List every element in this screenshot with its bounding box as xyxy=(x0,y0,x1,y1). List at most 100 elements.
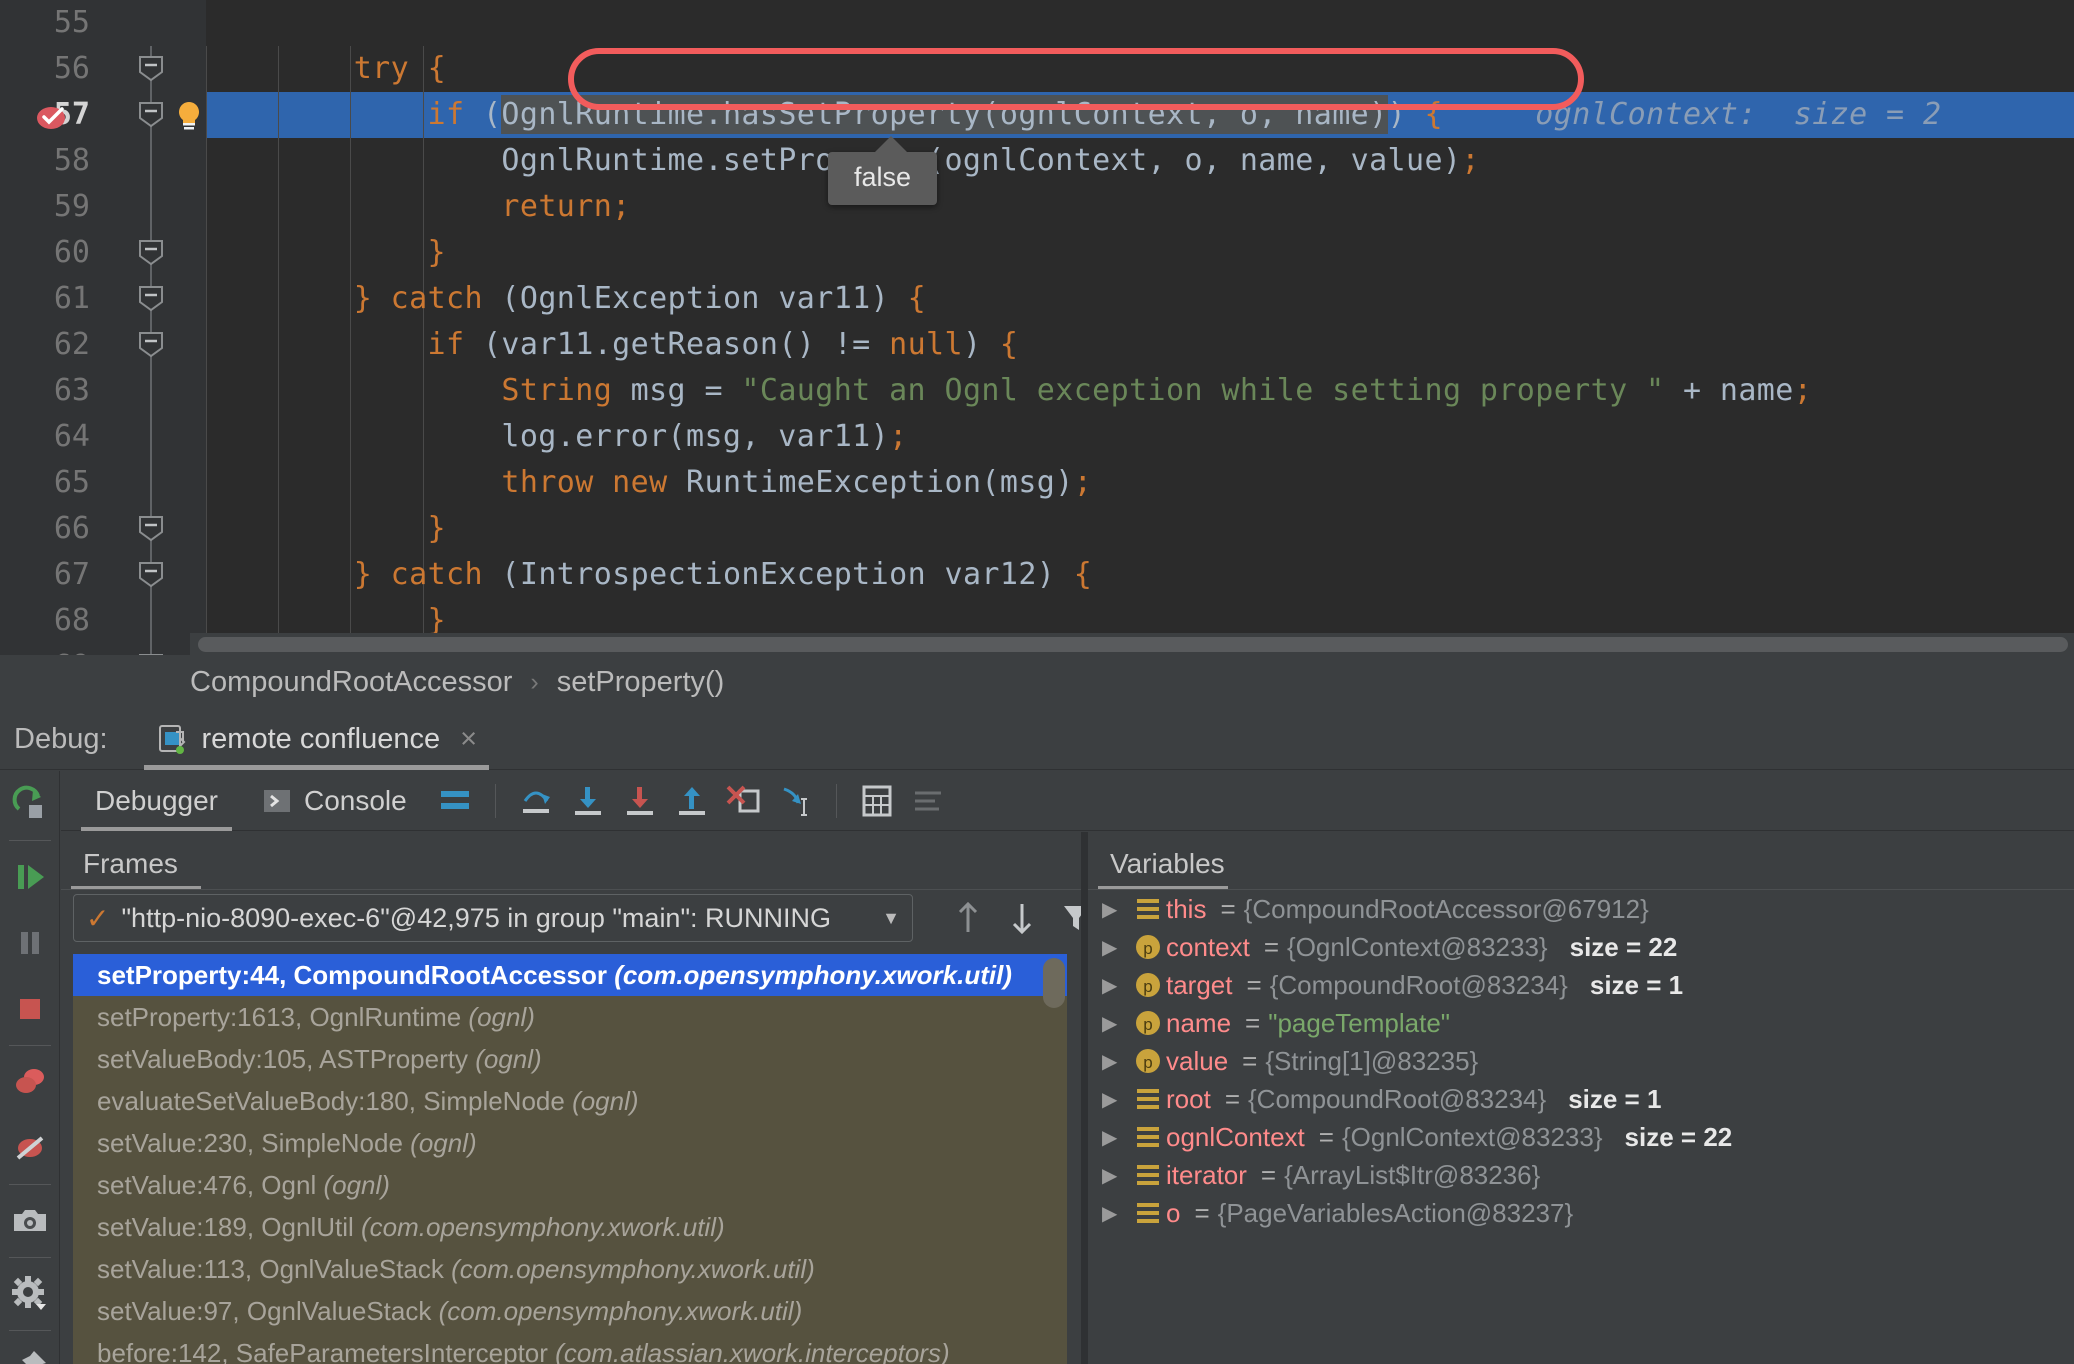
gutter[interactable] xyxy=(108,184,206,230)
code-line[interactable]: 62 if (var11.getReason() != null) { xyxy=(0,322,2074,368)
code-text[interactable]: } catch (OgnlException var11) { xyxy=(206,276,926,322)
gutter[interactable] xyxy=(108,506,206,552)
code-editor[interactable]: 55 56 try {57 if (OgnlRuntime.hasSetPrope… xyxy=(0,0,2074,655)
step-into-icon[interactable] xyxy=(562,775,614,827)
code-line[interactable]: 55 xyxy=(0,0,2074,46)
breadcrumb[interactable]: CompoundRootAccessor › setProperty() xyxy=(0,655,2074,710)
fold-collapse-icon[interactable] xyxy=(138,331,164,358)
debug-session-tab[interactable]: remote confluence × xyxy=(143,710,490,770)
gutter[interactable] xyxy=(108,0,206,46)
view-breakpoints-icon[interactable] xyxy=(0,1049,60,1115)
expand-arrow-icon[interactable]: ▶ xyxy=(1102,1201,1132,1226)
debugger-toolbar[interactable]: Debugger Console xyxy=(61,771,2074,831)
variable-row[interactable]: ▶ root = {CompoundRoot@83234} size = 1 xyxy=(1088,1080,2074,1118)
code-text[interactable]: } xyxy=(206,230,446,276)
gutter[interactable] xyxy=(108,46,206,92)
code-text[interactable]: if (var11.getReason() != null) { xyxy=(206,322,1018,368)
up-arrow-icon[interactable] xyxy=(941,894,995,942)
scrollbar-thumb[interactable] xyxy=(198,637,2068,652)
code-text[interactable]: throw new RuntimeException(msg); xyxy=(206,460,1092,506)
pause-icon[interactable] xyxy=(0,910,60,976)
settings-list-icon[interactable] xyxy=(903,775,955,827)
variable-row[interactable]: ▶ ognlContext = {OgnlContext@83233} size = 2… xyxy=(1088,1118,2074,1156)
rerun-icon[interactable] xyxy=(0,771,60,837)
expand-arrow-icon[interactable]: ▶ xyxy=(1102,1087,1132,1112)
breakpoint-icon[interactable] xyxy=(34,100,68,130)
expand-arrow-icon[interactable]: ▶ xyxy=(1102,897,1132,922)
gutter[interactable] xyxy=(37,92,206,138)
debug-session-name[interactable]: remote confluence xyxy=(202,723,441,756)
expand-arrow-icon[interactable]: ▶ xyxy=(1102,935,1132,960)
frame-list-item[interactable]: setValue:476, Ognl (ognl) xyxy=(73,1164,1067,1206)
gutter[interactable] xyxy=(108,322,206,368)
code-text[interactable]: String msg = "Caught an Ognl exception w… xyxy=(206,368,1812,414)
step-over-icon[interactable] xyxy=(510,775,562,827)
expand-arrow-icon[interactable]: ▶ xyxy=(1102,1163,1132,1188)
frames-scrollbar-thumb[interactable] xyxy=(1043,958,1065,1008)
tab-debugger[interactable]: Debugger xyxy=(73,771,240,831)
code-line[interactable]: 56 try { xyxy=(0,46,2074,92)
force-step-into-icon[interactable] xyxy=(614,775,666,827)
frames-toolbar[interactable] xyxy=(941,894,1103,942)
frame-list-item[interactable]: setValueBody:105, ASTProperty (ognl) xyxy=(73,1038,1067,1080)
variable-row[interactable]: ▶ iterator = {ArrayList$Itr@83236} xyxy=(1088,1156,2074,1194)
selected-expression[interactable]: OgnlRuntime.hasSetProperty(ognlContext, … xyxy=(501,95,1388,134)
screenshot-icon[interactable] xyxy=(0,1188,60,1254)
intention-bulb-icon[interactable] xyxy=(174,100,204,130)
breadcrumb-method[interactable]: setProperty() xyxy=(557,666,725,699)
frame-list-item[interactable]: before:142, SafeParametersInterceptor (c… xyxy=(73,1332,1067,1364)
code-line[interactable]: 66 } xyxy=(0,506,2074,552)
code-text[interactable]: } catch (IntrospectionException var12) { xyxy=(206,552,1092,598)
tab-console[interactable]: Console xyxy=(240,771,429,831)
code-text[interactable]: log.error(msg, var11); xyxy=(206,414,908,460)
frame-list-item[interactable]: setValue:97, OgnlValueStack (com.opensym… xyxy=(73,1290,1067,1332)
variable-row[interactable]: ▶ p value = {String[1]@83235} xyxy=(1088,1042,2074,1080)
variable-row[interactable]: ▶ o = {PageVariablesAction@83237} xyxy=(1088,1194,2074,1232)
code-line[interactable]: 59 return; xyxy=(0,184,2074,230)
frame-list-item[interactable]: evaluateSetValueBody:180, SimpleNode (og… xyxy=(73,1080,1067,1122)
expand-arrow-icon[interactable]: ▶ xyxy=(1102,1125,1132,1150)
resume-icon[interactable] xyxy=(0,844,60,910)
variable-row[interactable]: ▶ p context = {OgnlContext@83233} size = 22 xyxy=(1088,928,2074,966)
code-line[interactable]: 67 } catch (IntrospectionException var12… xyxy=(0,552,2074,598)
mute-breakpoints-icon[interactable] xyxy=(0,1115,60,1181)
gutter[interactable] xyxy=(108,138,206,184)
fold-collapse-icon[interactable] xyxy=(138,55,164,82)
code-text[interactable]: if (OgnlRuntime.hasSetProperty(ognlConte… xyxy=(206,92,1941,138)
editor-horizontal-scrollbar[interactable] xyxy=(190,633,2074,655)
frames-list[interactable]: setProperty:44, CompoundRootAccessor (co… xyxy=(73,954,1067,1364)
debug-actions-rail[interactable] xyxy=(0,771,60,1364)
expand-arrow-icon[interactable]: ▶ xyxy=(1102,1011,1132,1036)
code-line[interactable]: 64 log.error(msg, var11); xyxy=(0,414,2074,460)
step-out-icon[interactable] xyxy=(666,775,718,827)
code-line[interactable]: 60 } xyxy=(0,230,2074,276)
run-to-cursor-icon[interactable] xyxy=(770,775,822,827)
gutter[interactable] xyxy=(108,552,206,598)
code-text[interactable]: } xyxy=(206,506,446,552)
code-line[interactable]: 57 if (OgnlRuntime.hasSetProperty(ognlCo… xyxy=(0,92,2074,138)
variable-row[interactable]: ▶ this = {CompoundRootAccessor@67912} xyxy=(1088,890,2074,928)
gutter[interactable] xyxy=(108,368,206,414)
frame-list-item[interactable]: setValue:230, SimpleNode (ognl) xyxy=(73,1122,1067,1164)
breadcrumb-class[interactable]: CompoundRootAccessor xyxy=(190,666,512,699)
frame-list-item[interactable]: setValue:113, OgnlValueStack (com.opensy… xyxy=(73,1248,1067,1290)
frame-list-item[interactable]: setValue:189, OgnlUtil (com.opensymphony… xyxy=(73,1206,1067,1248)
variable-row[interactable]: ▶ p name = "pageTemplate" xyxy=(1088,1004,2074,1042)
code-line[interactable]: 61 } catch (OgnlException var11) { xyxy=(0,276,2074,322)
code-text[interactable]: return; xyxy=(206,184,631,230)
gutter[interactable] xyxy=(108,414,206,460)
expand-arrow-icon[interactable]: ▶ xyxy=(1102,1049,1132,1074)
settings-gear-icon[interactable] xyxy=(0,1261,60,1327)
gutter[interactable] xyxy=(108,230,206,276)
gutter[interactable] xyxy=(108,276,206,322)
frame-list-item[interactable]: setProperty:1613, OgnlRuntime (ognl) xyxy=(73,996,1067,1038)
code-lines-container[interactable]: 55 56 try {57 if (OgnlRuntime.hasSetPrope… xyxy=(0,0,2074,655)
code-line[interactable]: 58 OgnlRuntime.setProperty(ognlContext, … xyxy=(0,138,2074,184)
pane-splitter[interactable] xyxy=(1081,832,1088,1364)
variable-row[interactable]: ▶ p target = {CompoundRoot@83234} size = 1 xyxy=(1088,966,2074,1004)
evaluate-expression-icon[interactable] xyxy=(851,775,903,827)
fold-collapse-icon[interactable] xyxy=(138,101,164,128)
frame-list-item[interactable]: setProperty:44, CompoundRootAccessor (co… xyxy=(73,954,1067,996)
fold-collapse-icon[interactable] xyxy=(138,239,164,266)
close-icon[interactable]: × xyxy=(460,723,477,756)
